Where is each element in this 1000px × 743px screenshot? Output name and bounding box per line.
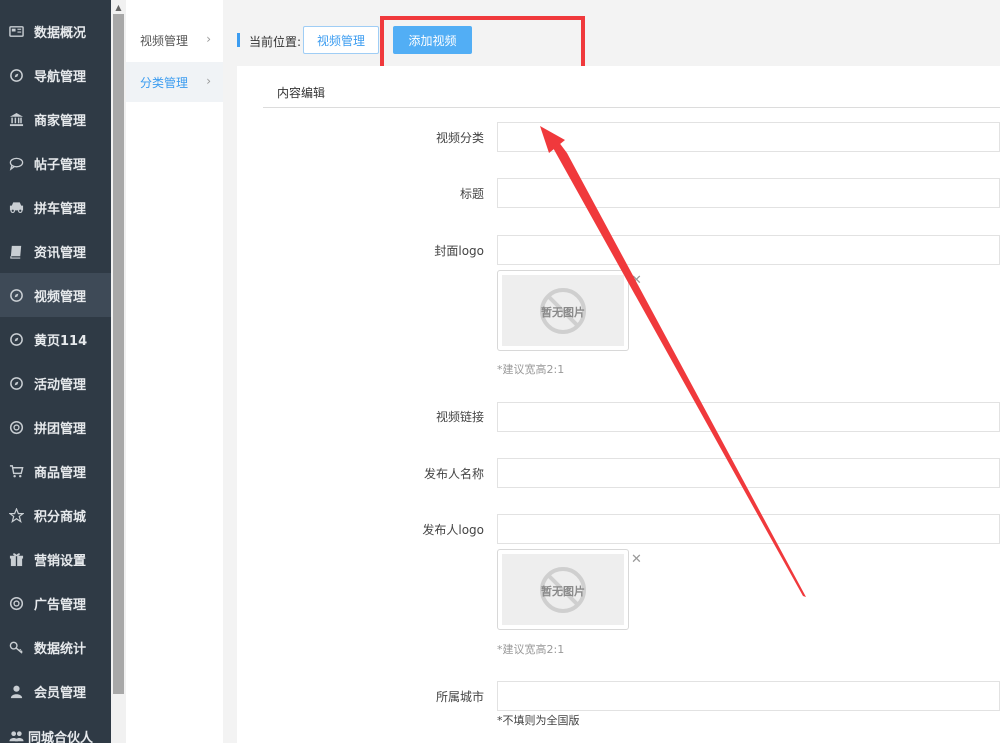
subnav-item-label: 分类管理 — [140, 75, 189, 90]
users-icon — [8, 728, 24, 743]
category-input[interactable] — [497, 122, 1000, 152]
city-hint: *不填则为全国版 — [497, 714, 580, 727]
breadcrumb-accent-bar — [237, 33, 240, 47]
sidebar-item-label: 商家管理 — [34, 113, 87, 129]
scrollbar-thumb[interactable] — [113, 14, 124, 694]
publisher-logo-label: 发布人logo — [422, 523, 484, 537]
subnav-item-category-management[interactable]: 分类管理 › — [126, 62, 223, 102]
main-sidebar: 数据概况 导航管理 商家管理 帖子管理 拼车管理 资讯管理 视频管理 黄页114… — [0, 0, 111, 743]
sidebar-item-news[interactable]: 资讯管理 — [0, 229, 111, 273]
bank-icon — [8, 111, 24, 127]
sidebar-item-label: 拼车管理 — [34, 201, 87, 217]
publisher-logo-upload[interactable]: 暂无图片 — [497, 549, 629, 630]
sidebar-scrollbar[interactable]: ▲ — [111, 0, 126, 743]
sidebar-item-label: 数据概况 — [34, 25, 87, 41]
video-link-input[interactable] — [497, 402, 1000, 432]
secondary-sidebar: 视频管理 › 分类管理 › — [126, 0, 223, 743]
sidebar-item-label: 视频管理 — [34, 289, 87, 305]
book-icon — [8, 243, 24, 259]
sidebar-item-label: 数据统计 — [34, 641, 87, 657]
sidebar-item-label: 营销设置 — [34, 553, 87, 569]
publisher-logo-hint: *建议宽高2:1 — [497, 643, 565, 656]
sidebar-item-label: 商品管理 — [34, 465, 87, 481]
cover-logo-label: 封面logo — [434, 244, 484, 258]
sidebar-item-label: 拼团管理 — [34, 421, 87, 437]
title-input[interactable] — [497, 178, 1000, 208]
publisher-name-input[interactable] — [497, 458, 1000, 488]
sidebar-item-yellow-pages[interactable]: 黄页114 — [0, 317, 111, 361]
no-image-text: 暂无图片 — [541, 584, 585, 598]
cover-logo-upload[interactable]: 暂无图片 — [497, 270, 629, 351]
comment-icon — [8, 155, 24, 171]
key-icon — [8, 639, 24, 655]
compass-icon — [8, 287, 24, 303]
sidebar-item-label: 会员管理 — [34, 685, 87, 701]
sidebar-item-merchants[interactable]: 商家管理 — [0, 97, 111, 141]
app-window: 数据概况 导航管理 商家管理 帖子管理 拼车管理 资讯管理 视频管理 黄页114… — [0, 0, 1000, 743]
compass-icon — [8, 331, 24, 347]
breadcrumb-label: 当前位置: — [249, 35, 302, 49]
car-icon — [8, 199, 24, 215]
lifebuoy-icon — [8, 419, 24, 435]
cover-logo-input[interactable] — [497, 235, 1000, 265]
publisher-name-label: 发布人名称 — [423, 467, 484, 481]
sidebar-item-carpool[interactable]: 拼车管理 — [0, 185, 111, 229]
dashboard-icon — [8, 23, 24, 39]
gift-icon — [8, 551, 24, 567]
sidebar-item-label: 广告管理 — [34, 597, 87, 613]
title-label: 标题 — [459, 187, 484, 201]
sidebar-item-label: 同城合伙人 — [28, 730, 94, 743]
sidebar-item-activities[interactable]: 活动管理 — [0, 361, 111, 405]
subnav-item-label: 视频管理 — [140, 33, 189, 48]
close-icon[interactable]: ✕ — [631, 553, 643, 566]
compass-icon — [8, 375, 24, 391]
sidebar-item-statistics[interactable]: 数据统计 — [0, 625, 111, 669]
sidebar-item-points-mall[interactable]: 积分商城 — [0, 493, 111, 537]
sidebar-item-video[interactable]: 视频管理 — [0, 273, 111, 317]
sidebar-item-label: 活动管理 — [34, 377, 87, 393]
cart-icon — [8, 463, 24, 479]
sidebar-item-ads[interactable]: 广告管理 — [0, 581, 111, 625]
scroll-up-arrow-icon[interactable]: ▲ — [111, 0, 126, 14]
breadcrumb: 当前位置: 视频管理 添加视频 — [237, 26, 997, 54]
panel-divider — [263, 107, 1000, 108]
category-label: 视频分类 — [435, 131, 484, 145]
sidebar-item-posts[interactable]: 帖子管理 — [0, 141, 111, 185]
sidebar-item-group-buy[interactable]: 拼团管理 — [0, 405, 111, 449]
video-link-label: 视频链接 — [435, 410, 484, 424]
compass-icon — [8, 67, 24, 83]
chevron-right-icon: › — [206, 32, 211, 46]
sidebar-item-marketing[interactable]: 营销设置 — [0, 537, 111, 581]
subnav-item-video-management[interactable]: 视频管理 › — [126, 20, 223, 60]
no-image-text: 暂无图片 — [541, 305, 585, 319]
chevron-right-icon: › — [206, 74, 211, 88]
main-content: 当前位置: 视频管理 添加视频 内容编辑 视频分类 标题 封面logo 暂无图片 — [223, 0, 1000, 743]
form-panel: 内容编辑 视频分类 标题 封面logo 暂无图片 ✕ *建议宽高2:1 视频链接… — [237, 66, 1000, 743]
star-icon — [8, 507, 24, 523]
sidebar-item-navigation[interactable]: 导航管理 — [0, 53, 111, 97]
sidebar-item-label: 黄页114 — [34, 333, 88, 349]
user-icon — [8, 683, 24, 699]
sidebar-item-members[interactable]: 会员管理 — [0, 669, 111, 713]
sidebar-item-products[interactable]: 商品管理 — [0, 449, 111, 493]
sidebar-item-label: 资讯管理 — [34, 245, 87, 261]
image-placeholder: 暂无图片 — [502, 554, 624, 625]
sidebar-item-partners[interactable]: 同城合伙人 — [0, 714, 111, 743]
sidebar-item-label: 导航管理 — [34, 69, 87, 85]
tab-content-edit[interactable]: 内容编辑 — [277, 84, 325, 101]
publisher-logo-input[interactable] — [497, 514, 1000, 544]
sidebar-item-label: 帖子管理 — [34, 157, 87, 173]
sidebar-item-label: 积分商城 — [34, 509, 87, 525]
image-placeholder: 暂无图片 — [502, 275, 624, 346]
lifebuoy-icon — [8, 595, 24, 611]
cover-logo-hint: *建议宽高2:1 — [497, 363, 565, 376]
sidebar-item-data-overview[interactable]: 数据概况 — [0, 9, 111, 53]
close-icon[interactable]: ✕ — [631, 274, 643, 287]
city-label: 所属城市 — [435, 690, 484, 704]
city-input[interactable] — [497, 681, 1000, 711]
tab-video-management[interactable]: 视频管理 — [303, 26, 379, 54]
